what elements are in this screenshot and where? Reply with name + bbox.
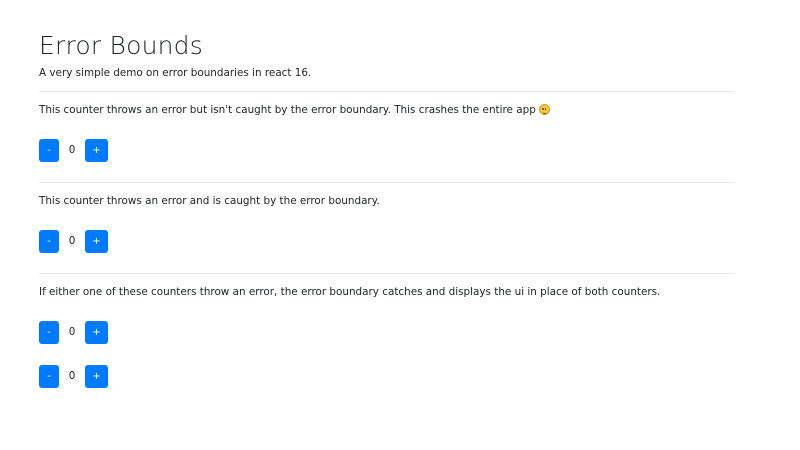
counter-value: 0: [68, 235, 76, 247]
decrement-button[interactable]: -: [39, 230, 59, 253]
counter-value: 0: [68, 326, 76, 338]
page-subtitle: A very simple demo on error boundaries i…: [39, 67, 312, 79]
section-3-description: If either one of these counters throw an…: [39, 286, 661, 298]
page-title: Error Bounds: [39, 31, 203, 60]
increment-button[interactable]: +: [85, 321, 108, 344]
section-1-description: This counter throws an error but isn't c…: [39, 102, 734, 118]
counter-shared-boundary-1: - 0 +: [39, 321, 734, 344]
increment-button[interactable]: +: [85, 230, 108, 253]
counter-shared-boundary-2: - 0 +: [39, 365, 734, 388]
counter-caught: - 0 +: [39, 230, 734, 253]
counter-value: 0: [68, 370, 76, 382]
decrement-button[interactable]: -: [39, 139, 59, 162]
upside-down-face-icon: [538, 104, 550, 115]
section-2-description: This counter throws an error and is caug…: [39, 195, 380, 207]
decrement-button[interactable]: -: [39, 321, 59, 344]
section-1-text: This counter throws an error but isn't c…: [39, 104, 536, 116]
counter-value: 0: [68, 144, 76, 156]
app-container: Error Bounds A very simple demo on error…: [39, 30, 734, 388]
decrement-button[interactable]: -: [39, 365, 59, 388]
section-divider: [39, 273, 734, 274]
increment-button[interactable]: +: [85, 139, 108, 162]
section-divider: [39, 91, 734, 92]
counter-uncaught: - 0 +: [39, 139, 734, 162]
increment-button[interactable]: +: [85, 365, 108, 388]
section-divider: [39, 182, 734, 183]
